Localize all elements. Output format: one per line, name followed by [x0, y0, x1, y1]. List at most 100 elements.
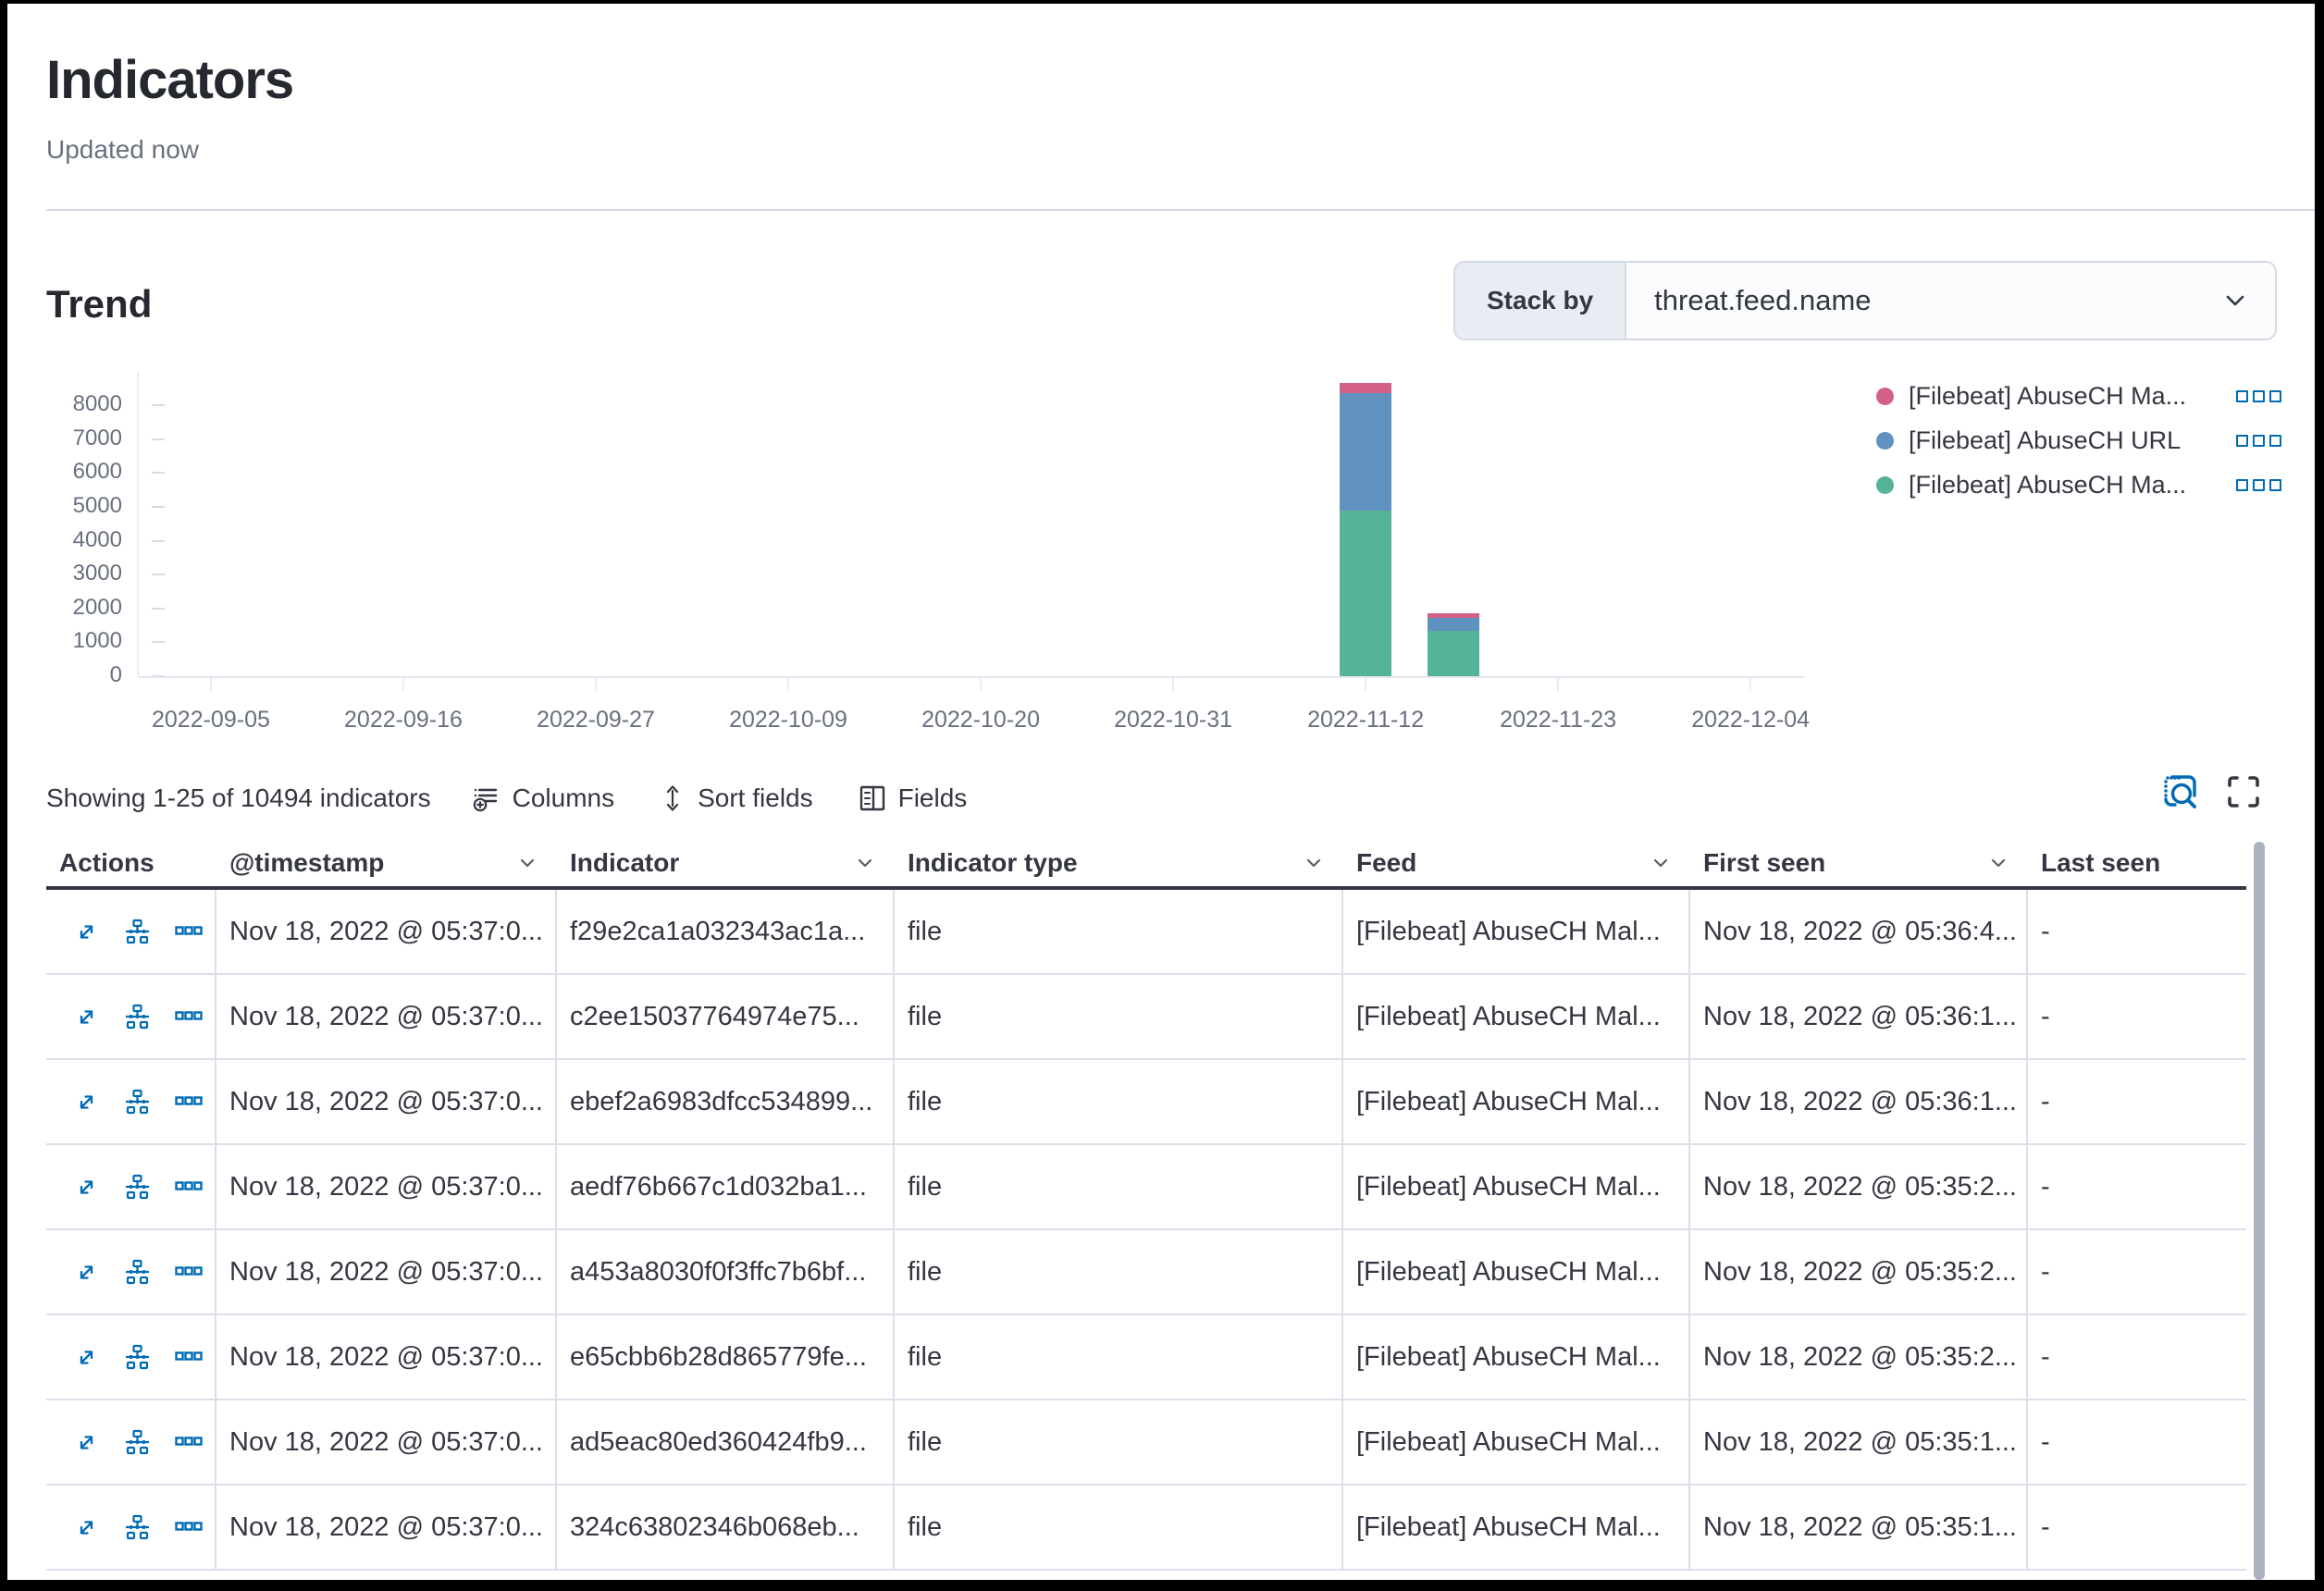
investigate-in-timeline-button[interactable] [123, 1343, 151, 1371]
y-axis-tick-label: 5000 [35, 493, 122, 519]
column-header-indicator-type[interactable]: Indicator type [895, 840, 1343, 886]
bar-segment[interactable] [1340, 393, 1391, 510]
bar-segment[interactable] [1428, 618, 1479, 631]
more-actions-icon [175, 1522, 203, 1533]
expand-icon [74, 1260, 99, 1285]
column-header-last-seen: Last seen [2028, 840, 2246, 886]
investigate-timeline-icon [123, 1258, 151, 1286]
indicator-type-cell: file [895, 975, 1343, 1060]
more-actions-button[interactable] [175, 1011, 203, 1022]
sort-fields-button[interactable]: Sort fields [659, 783, 813, 813]
more-actions-button[interactable] [175, 1266, 203, 1277]
stacked-bar[interactable] [1340, 383, 1391, 676]
legend-more-actions-icon[interactable] [2236, 390, 2281, 402]
chevron-down-icon[interactable] [1987, 852, 2009, 874]
expand-row-button[interactable] [74, 1515, 99, 1540]
y-axis-labels: 010002000300040005000600070008000 [35, 370, 122, 676]
actions-cell [46, 1315, 216, 1400]
legend-series-label[interactable]: [Filebeat] AbuseCH Ma... [1909, 382, 2236, 411]
last-seen-cell: - [2028, 1400, 2246, 1486]
actions-cell [46, 1060, 216, 1145]
indicator-type-cell: file [895, 1145, 1343, 1230]
investigate-in-timeline-button[interactable] [123, 1428, 151, 1456]
column-header--timestamp[interactable]: @timestamp [216, 840, 557, 886]
x-axis-tick-label: 2022-10-31 [1114, 707, 1232, 734]
expand-row-button[interactable] [74, 919, 99, 944]
chart-legend: [Filebeat] AbuseCH Ma... [Filebeat] Abuse… [1876, 374, 2281, 507]
legend-more-actions-icon[interactable] [2236, 435, 2281, 447]
bar-segment[interactable] [1340, 511, 1391, 676]
actions-cell [46, 890, 216, 975]
columns-button[interactable]: Columns [472, 783, 614, 813]
x-axis-tick [1557, 678, 1559, 691]
fields-button[interactable]: Fields [858, 783, 968, 813]
expand-row-button[interactable] [74, 1090, 99, 1115]
legend-series-label[interactable]: [Filebeat] AbuseCH URL [1909, 426, 2236, 455]
more-actions-button[interactable] [175, 926, 203, 937]
expand-icon [74, 1430, 99, 1455]
investigate-timeline-icon [123, 918, 151, 945]
expand-row-button[interactable] [74, 1430, 99, 1455]
list-add-icon [472, 783, 501, 813]
more-actions-button[interactable] [175, 1181, 203, 1192]
feed-cell: [Filebeat] AbuseCH Mal... [1343, 975, 1690, 1060]
chevron-down-icon[interactable] [1303, 852, 1325, 874]
stack-by-select[interactable]: Stack by threat.feed.name [1453, 261, 2277, 340]
investigate-in-timeline-button[interactable] [123, 1003, 151, 1030]
fullscreen-button[interactable] [2224, 772, 2263, 811]
column-header-indicator[interactable]: Indicator [557, 840, 895, 886]
expand-row-button[interactable] [74, 1260, 99, 1285]
investigate-in-timeline-button[interactable] [123, 1513, 151, 1541]
column-header-first-seen[interactable]: First seen [1690, 840, 2028, 886]
chevron-down-icon[interactable] [1650, 852, 1672, 874]
expand-row-button[interactable] [74, 1175, 99, 1200]
chevron-down-icon[interactable] [854, 852, 876, 874]
more-actions-button[interactable] [175, 1522, 203, 1533]
indicator-cell: 324c63802346b068eb... [557, 1486, 895, 1571]
legend-more-actions-icon[interactable] [2236, 479, 2281, 491]
legend-series-label[interactable]: [Filebeat] AbuseCH Ma... [1909, 471, 2236, 500]
x-axis-tick [787, 678, 789, 691]
investigate-in-timeline-button[interactable] [123, 1258, 151, 1286]
expand-row-button[interactable] [74, 1005, 99, 1030]
investigate-in-timeline-button[interactable] [123, 1173, 151, 1201]
showing-count: Showing 1-25 of 10494 indicators [46, 783, 431, 813]
bar-segment[interactable] [1340, 383, 1391, 393]
inspect-button[interactable] [2159, 771, 2200, 812]
x-axis-tick-label: 2022-09-27 [537, 707, 655, 734]
timestamp-cell: Nov 18, 2022 @ 05:37:0... [216, 1145, 557, 1230]
expand-row-button[interactable] [74, 1345, 99, 1370]
expand-icon [74, 919, 99, 944]
investigate-timeline-icon [123, 1513, 151, 1541]
more-actions-button[interactable] [175, 1096, 203, 1107]
indicators-table: Actions@timestampIndicatorIndicator type… [46, 840, 2246, 1571]
table-row: Nov 18, 2022 @ 05:37:0...aedf76b667c1d03… [46, 1145, 2246, 1230]
legend-item[interactable]: [Filebeat] AbuseCH URL [1876, 418, 2281, 462]
more-actions-icon [175, 1266, 203, 1277]
bar-segment[interactable] [1428, 631, 1479, 676]
table-scrollbar[interactable] [2254, 840, 2265, 1580]
last-seen-cell: - [2028, 1060, 2246, 1145]
more-actions-button[interactable] [175, 1351, 203, 1363]
investigate-in-timeline-button[interactable] [123, 918, 151, 945]
indicators-page: Indicators Updated now Trend Stack by th… [7, 4, 2315, 1580]
indicator-cell: a453a8030f0f3ffc7b6bf... [557, 1230, 895, 1315]
scrollbar-thumb[interactable] [2254, 842, 2265, 1580]
x-axis-tick [1172, 678, 1174, 691]
more-actions-button[interactable] [175, 1437, 203, 1448]
legend-item[interactable]: [Filebeat] AbuseCH Ma... [1876, 374, 2281, 418]
legend-item[interactable]: [Filebeat] AbuseCH Ma... [1876, 462, 2281, 507]
page-title: Indicators [46, 49, 293, 111]
more-actions-icon [175, 1096, 203, 1107]
x-axis-tick-label: 2022-09-16 [344, 707, 463, 734]
stacked-bar[interactable] [1428, 613, 1479, 676]
chevron-down-icon [2221, 287, 2249, 314]
stack-by-label: Stack by [1455, 263, 1626, 339]
indicator-cell: f29e2ca1a032343ac1a... [557, 890, 895, 975]
sort-arrows-icon [659, 783, 686, 813]
investigate-timeline-icon [123, 1088, 151, 1116]
column-header-feed[interactable]: Feed [1343, 840, 1690, 886]
investigate-in-timeline-button[interactable] [123, 1088, 151, 1116]
chevron-down-icon[interactable] [516, 852, 538, 874]
table-row: Nov 18, 2022 @ 05:37:0...f29e2ca1a032343… [46, 890, 2246, 975]
